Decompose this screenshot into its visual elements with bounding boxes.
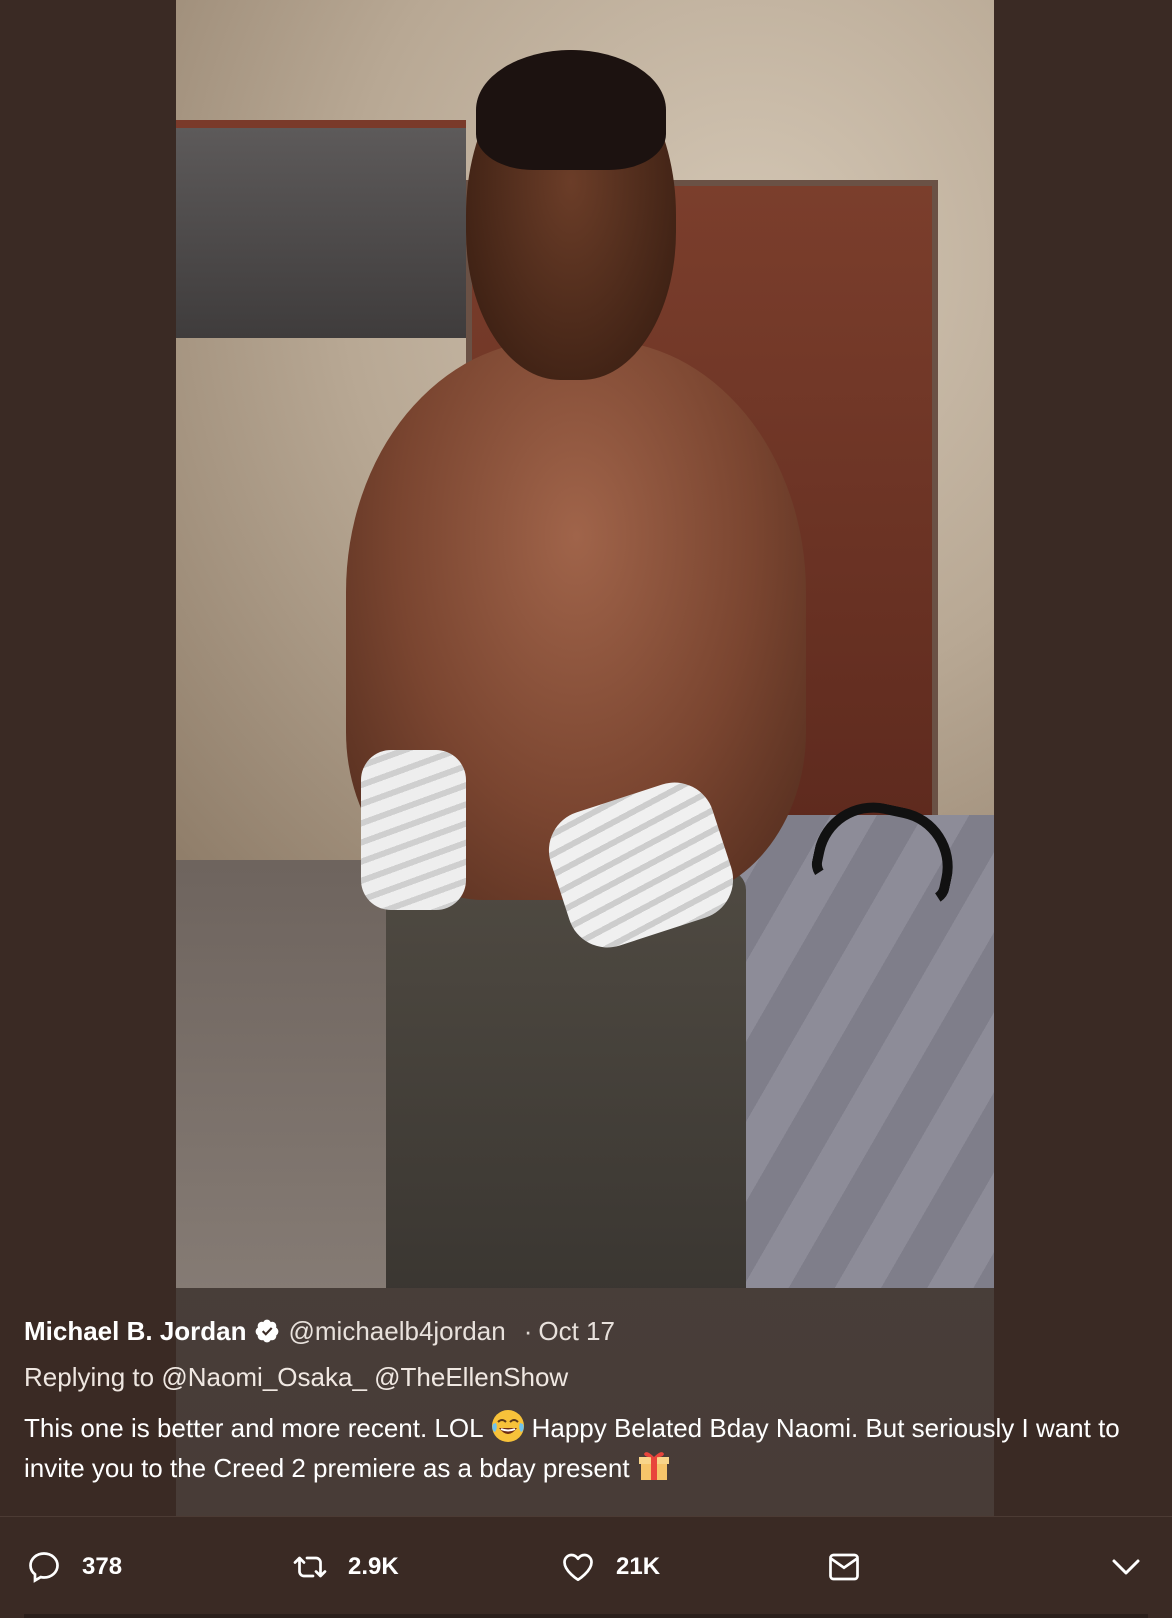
tweet-card: Michael B. Jordan @michaelb4jordan · Oct… bbox=[0, 0, 1172, 1618]
verified-badge-icon bbox=[253, 1317, 281, 1345]
retweet-button[interactable]: 2.9K bbox=[292, 1547, 399, 1587]
reply-count: 378 bbox=[82, 1553, 123, 1580]
replying-to-line: Replying to @Naomi_Osaka_ @TheEllenShow bbox=[24, 1362, 1148, 1398]
face-with-tears-of-joy-icon bbox=[490, 1408, 526, 1444]
photo-person-hair bbox=[476, 50, 666, 170]
reply-mention-naomi[interactable]: @Naomi_Osaka_ bbox=[161, 1362, 367, 1392]
speech-bubble-icon bbox=[29, 1552, 59, 1583]
author-handle[interactable]: @michaelb4jordan bbox=[289, 1316, 506, 1347]
envelope-icon bbox=[829, 1553, 859, 1581]
direct-message-button[interactable] bbox=[826, 1547, 862, 1587]
meta-separator: · bbox=[523, 1315, 533, 1346]
photo-person bbox=[266, 50, 806, 1288]
reply-mention-ellen[interactable]: @TheEllenShow bbox=[374, 1362, 568, 1392]
tweet-body: This one is better and more recent. LOL … bbox=[24, 1408, 1148, 1488]
chevron-down-icon bbox=[1112, 1559, 1140, 1575]
photo-person-pants bbox=[386, 870, 746, 1288]
reply-button[interactable]: 378 bbox=[26, 1547, 122, 1587]
replying-to-label: Replying to bbox=[24, 1362, 155, 1392]
tweet-actions-bar: 378 2.9K 21K bbox=[0, 1517, 1172, 1618]
more-options-button[interactable] bbox=[1108, 1547, 1144, 1587]
bottom-rule bbox=[24, 1614, 1148, 1618]
tweet-photo[interactable] bbox=[176, 0, 994, 1288]
photo-hand-wrap-left bbox=[361, 750, 466, 910]
retweet-count: 2.9K bbox=[348, 1553, 399, 1580]
heart-icon bbox=[563, 1553, 593, 1582]
tweet-text-block: Michael B. Jordan @michaelb4jordan · Oct… bbox=[24, 1312, 1148, 1488]
author-row: Michael B. Jordan @michaelb4jordan · Oct… bbox=[24, 1312, 1148, 1350]
like-count: 21K bbox=[616, 1553, 661, 1580]
author-name[interactable]: Michael B. Jordan bbox=[24, 1316, 247, 1347]
wrapped-gift-icon bbox=[636, 1448, 672, 1484]
like-button[interactable]: 21K bbox=[560, 1547, 660, 1587]
tweet-body-part1: This one is better and more recent. LOL bbox=[24, 1413, 484, 1443]
tweet-timestamp[interactable]: Oct 17 bbox=[538, 1316, 615, 1347]
retweet-icon bbox=[293, 1556, 327, 1578]
